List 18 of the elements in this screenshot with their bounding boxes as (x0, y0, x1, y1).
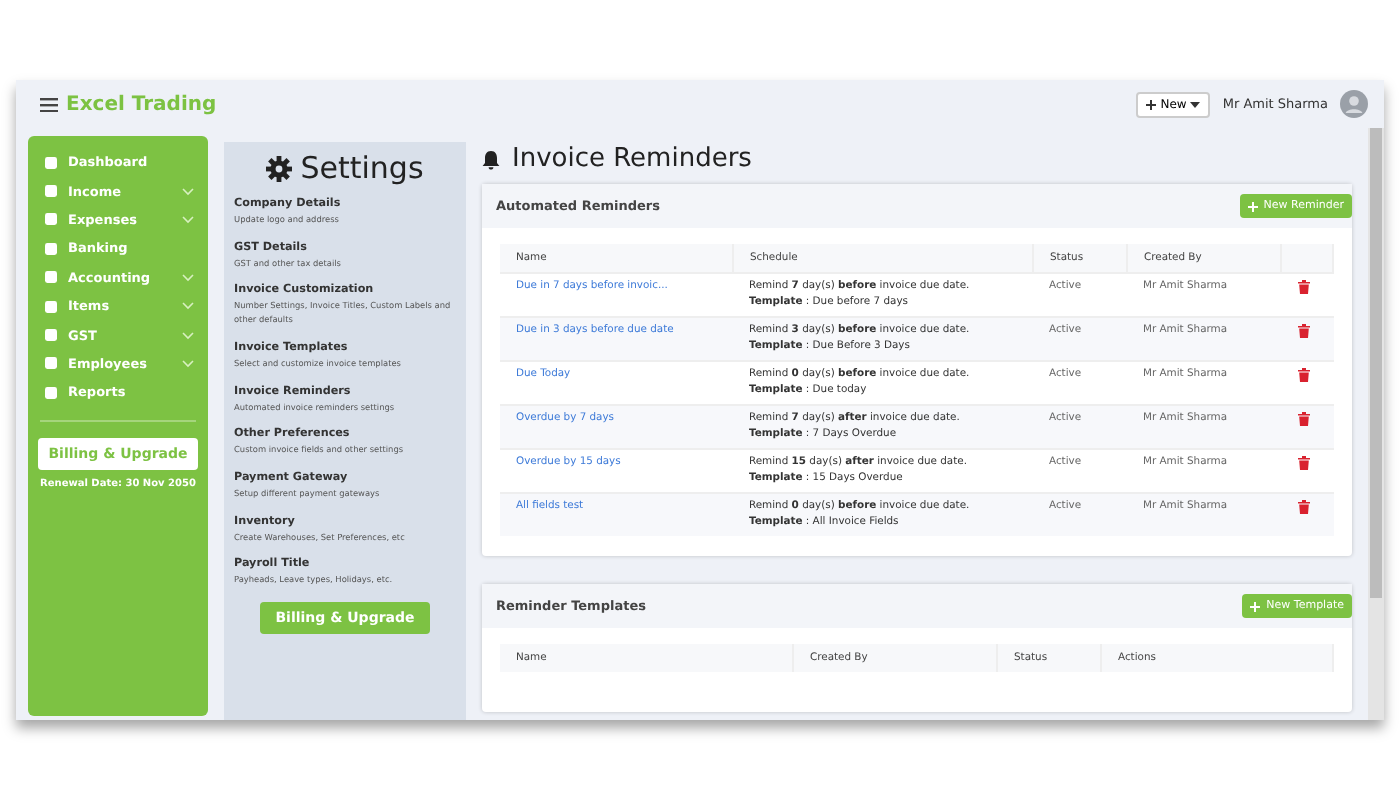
scrollbar[interactable] (1368, 128, 1384, 720)
plus-icon (1146, 99, 1157, 109)
trash-icon[interactable] (1297, 412, 1309, 426)
page-title: Invoice Reminders (512, 144, 752, 174)
avatar-icon (1340, 90, 1368, 118)
menu-icon (40, 97, 58, 111)
gear-icon (266, 155, 293, 181)
trash-icon[interactable] (1297, 368, 1309, 382)
brand-name: Excel Trading (66, 93, 217, 115)
plus-icon (1250, 601, 1261, 611)
trash-icon[interactable] (1297, 456, 1309, 470)
caret-icon (1190, 101, 1201, 107)
trash-icon[interactable] (1297, 500, 1309, 514)
plus-icon (1247, 201, 1258, 211)
settings-title: Settings (300, 150, 424, 186)
trash-icon[interactable] (1297, 280, 1309, 294)
trash-icon[interactable] (1297, 324, 1309, 338)
bell-icon (482, 149, 500, 169)
